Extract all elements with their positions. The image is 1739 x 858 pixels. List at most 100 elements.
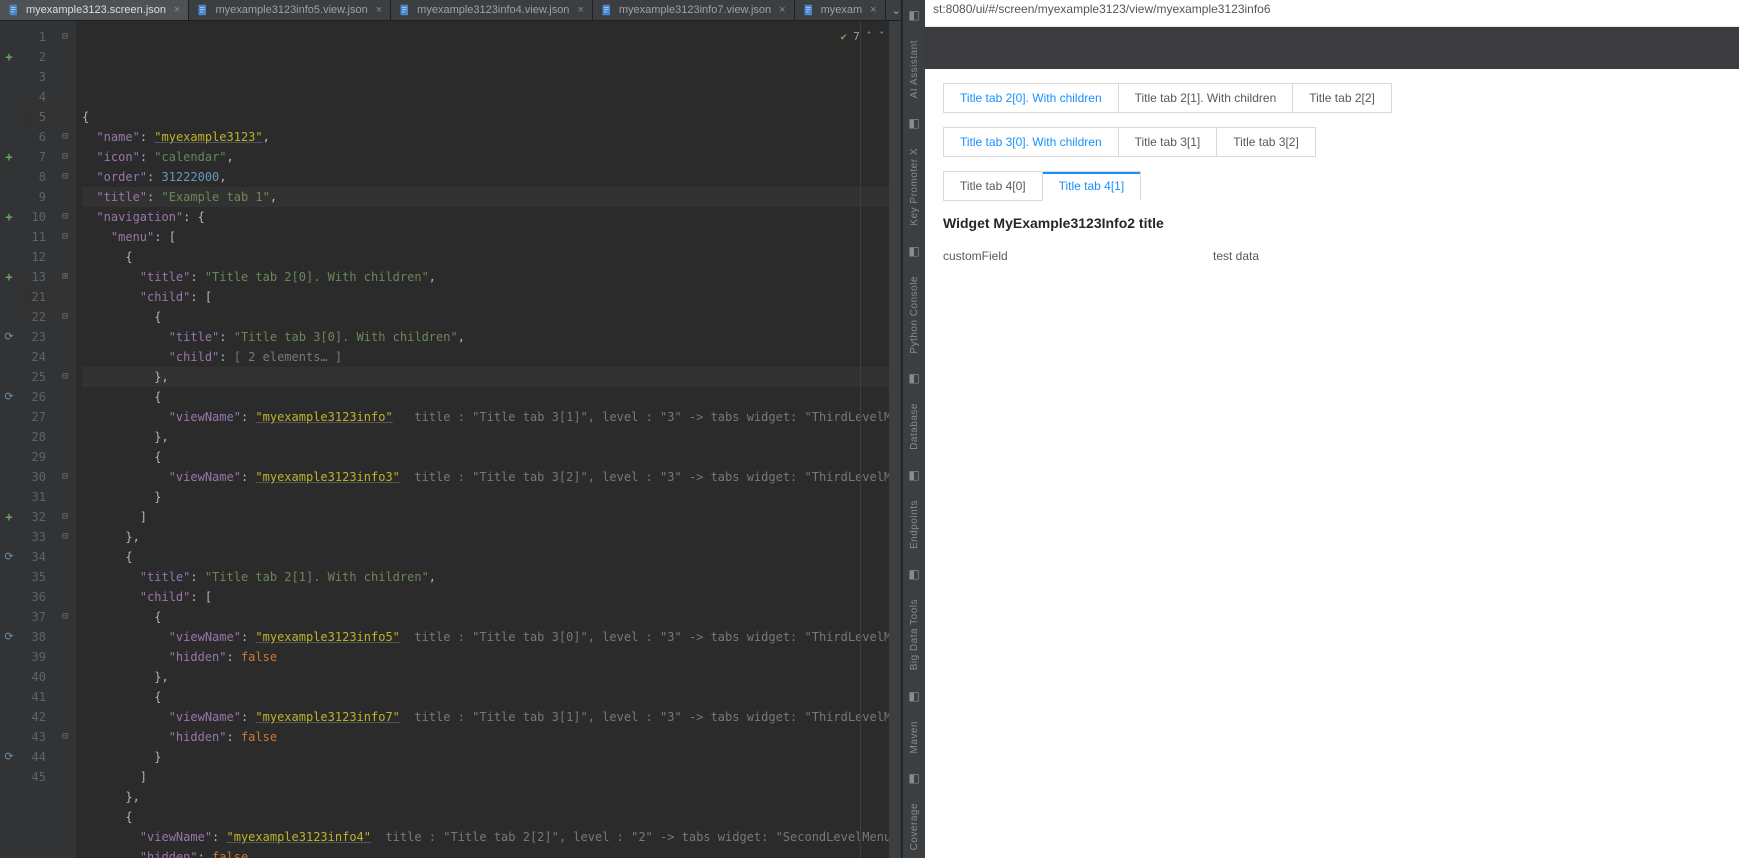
tab-level-2[interactable]: Title tab 2[0]. With children <box>943 83 1119 113</box>
tool-window-label[interactable]: Maven <box>909 721 920 754</box>
code-line[interactable]: }, <box>82 527 889 547</box>
fold-toggle[interactable]: ⊟ <box>54 227 76 247</box>
gutter-related-icon[interactable] <box>0 747 18 767</box>
tab-level-4[interactable]: Title tab 4[1] <box>1042 171 1142 201</box>
fold-toggle[interactable]: ⊟ <box>54 367 76 387</box>
tool-window-label[interactable]: Database <box>909 403 920 450</box>
chevron-down-icon[interactable]: ˇ <box>878 27 885 47</box>
vertical-scrollbar[interactable] <box>889 21 901 858</box>
code-line[interactable]: "hidden": false <box>82 647 889 667</box>
gutter-related-icon[interactable] <box>0 387 18 407</box>
gutter-add-icon[interactable] <box>0 207 18 227</box>
code-line[interactable]: "title": "Example tab 1", <box>82 187 889 207</box>
code-line[interactable]: ] <box>82 767 889 787</box>
code-line[interactable]: "order": 31222000, <box>82 167 889 187</box>
tab-level-4[interactable]: Title tab 4[0] <box>943 171 1043 201</box>
editor-tab[interactable]: myexample3123.screen.json× <box>0 0 189 20</box>
code-line[interactable]: "viewName": "myexample3123info7" title :… <box>82 707 889 727</box>
code-line[interactable]: }, <box>82 367 889 387</box>
tool-window-icon[interactable]: ◧ <box>908 771 919 785</box>
code-line[interactable]: { <box>82 387 889 407</box>
fold-toggle[interactable]: ⊟ <box>54 527 76 547</box>
code-line[interactable]: "viewName": "myexample3123info4" title :… <box>82 827 889 847</box>
code-line[interactable]: "viewName": "myexample3123info3" title :… <box>82 467 889 487</box>
tab-level-3[interactable]: Title tab 3[1] <box>1118 127 1218 157</box>
code-line[interactable]: }, <box>82 667 889 687</box>
inspection-status[interactable]: ✔ 7 ˆ ˇ <box>841 27 886 47</box>
tab-level-2[interactable]: Title tab 2[2] <box>1292 83 1392 113</box>
code-line[interactable]: "child": [ 2 elements… ] <box>82 347 889 367</box>
code-line[interactable]: "title": "Title tab 2[0]. With children"… <box>82 267 889 287</box>
gutter-add-icon[interactable] <box>0 47 18 67</box>
fold-toggle[interactable]: ⊟ <box>54 207 76 227</box>
tool-window-icon[interactable]: ◧ <box>908 116 919 130</box>
editor-tab[interactable]: myexample3123info4.view.json× <box>391 0 593 20</box>
tool-window-icon[interactable]: ◧ <box>908 689 919 703</box>
code-line[interactable]: "title": "Title tab 2[1]. With children"… <box>82 567 889 587</box>
code-area[interactable]: ✔ 7 ˆ ˇ { "name": "myexample3123", "icon… <box>76 21 889 858</box>
code-line[interactable]: { <box>82 607 889 627</box>
code-line[interactable]: { <box>82 547 889 567</box>
tab-level-3[interactable]: Title tab 3[0]. With children <box>943 127 1119 157</box>
code-line[interactable]: "child": [ <box>82 287 889 307</box>
tool-window-label[interactable]: Key Promoter X <box>909 148 920 226</box>
gutter-add-icon[interactable] <box>0 147 18 167</box>
editor-tab[interactable]: myexample3123info7.view.json× <box>593 0 795 20</box>
editor-tab[interactable]: myexam× <box>795 0 886 20</box>
close-icon[interactable]: × <box>174 4 180 16</box>
code-line[interactable]: { <box>82 107 889 127</box>
fold-toggle[interactable]: ⊟ <box>54 127 76 147</box>
code-line[interactable]: "child": [ <box>82 587 889 607</box>
tool-window-icon[interactable]: ◧ <box>908 8 919 22</box>
code-line[interactable]: { <box>82 307 889 327</box>
tool-window-icon[interactable]: ◧ <box>908 244 919 258</box>
code-line[interactable]: { <box>82 687 889 707</box>
code-line[interactable]: }, <box>82 787 889 807</box>
tool-window-label[interactable]: Endpoints <box>909 500 920 549</box>
code-line[interactable]: "hidden": false <box>82 847 889 858</box>
code-line[interactable]: } <box>82 487 889 507</box>
code-line[interactable]: ] <box>82 507 889 527</box>
code-line[interactable]: }, <box>82 427 889 447</box>
close-icon[interactable]: × <box>376 4 382 16</box>
tool-window-icon[interactable]: ◧ <box>908 468 919 482</box>
chevron-up-icon[interactable]: ˆ <box>866 27 873 47</box>
fold-toggle[interactable]: ⊟ <box>54 607 76 627</box>
code-line[interactable]: "navigation": { <box>82 207 889 227</box>
code-line[interactable]: "title": "Title tab 3[0]. With children"… <box>82 327 889 347</box>
fold-toggle[interactable]: ⊟ <box>54 467 76 487</box>
editor[interactable]: 1234567891011121321222324252627282930313… <box>0 21 901 858</box>
code-line[interactable]: "name": "myexample3123", <box>82 127 889 147</box>
code-line[interactable]: "menu": [ <box>82 227 889 247</box>
code-line[interactable]: "viewName": "myexample3123info" title : … <box>82 407 889 427</box>
tool-window-label[interactable]: AI Assistant <box>909 40 920 98</box>
editor-tab[interactable]: myexample3123info5.view.json× <box>189 0 391 20</box>
gutter-related-icon[interactable] <box>0 547 18 567</box>
gutter-related-icon[interactable] <box>0 627 18 647</box>
code-line[interactable]: "hidden": false <box>82 727 889 747</box>
code-line[interactable]: "viewName": "myexample3123info5" title :… <box>82 627 889 647</box>
fold-toggle[interactable]: ⊟ <box>54 507 76 527</box>
fold-toggle[interactable]: ⊟ <box>54 727 76 747</box>
code-line[interactable]: { <box>82 807 889 827</box>
fold-column[interactable]: ⊟⊟⊟⊟⊟⊟⊞⊟⊟⊟⊟⊟⊟⊟ <box>54 21 76 858</box>
tool-window-label[interactable]: Python Console <box>909 276 920 354</box>
fold-toggle[interactable]: ⊟ <box>54 307 76 327</box>
close-icon[interactable]: × <box>779 4 785 16</box>
tool-window-icon[interactable]: ◧ <box>908 371 919 385</box>
code-line[interactable]: { <box>82 447 889 467</box>
gutter-related-icon[interactable] <box>0 327 18 347</box>
code-line[interactable]: { <box>82 247 889 267</box>
tab-level-2[interactable]: Title tab 2[1]. With children <box>1118 83 1294 113</box>
code-line[interactable]: "icon": "calendar", <box>82 147 889 167</box>
close-icon[interactable]: × <box>870 4 876 16</box>
tool-window-label[interactable]: Coverage <box>909 803 920 850</box>
fold-toggle[interactable]: ⊟ <box>54 27 76 47</box>
tool-window-label[interactable]: Big Data Tools <box>909 599 920 670</box>
gutter-add-icon[interactable] <box>0 267 18 287</box>
address-bar[interactable]: st:8080/ui/#/screen/myexample3123/view/m… <box>925 0 1739 27</box>
fold-toggle[interactable]: ⊟ <box>54 167 76 187</box>
code-line[interactable]: } <box>82 747 889 767</box>
gutter-add-icon[interactable] <box>0 507 18 527</box>
tab-level-3[interactable]: Title tab 3[2] <box>1216 127 1316 157</box>
